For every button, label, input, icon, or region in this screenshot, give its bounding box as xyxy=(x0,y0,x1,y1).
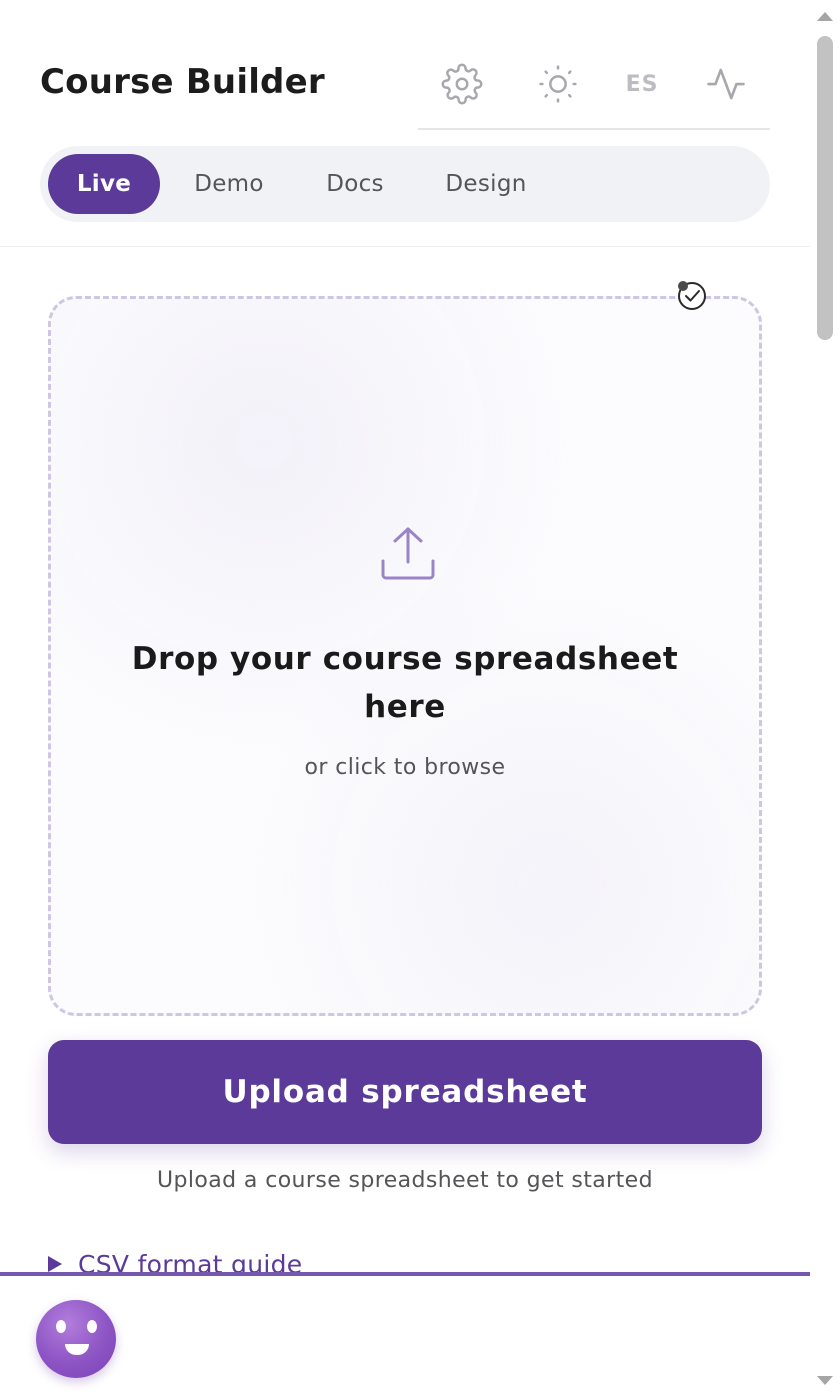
app-title: Course Builder xyxy=(40,62,325,102)
tab-live[interactable]: Live xyxy=(48,154,160,214)
theme-toggle-button[interactable] xyxy=(532,62,584,106)
settings-button[interactable] xyxy=(436,62,488,106)
upload-icon xyxy=(379,525,437,583)
app-page: Course Builder ES Live Demo Docs Design … xyxy=(0,0,840,1400)
bottom-bar xyxy=(0,1272,810,1400)
sun-icon xyxy=(538,64,578,104)
main-content: Course Builder ES Live Demo Docs Design … xyxy=(0,0,810,1400)
scrollbar-thumb[interactable] xyxy=(817,36,833,340)
check-circle-icon xyxy=(676,280,708,312)
tab-demo[interactable]: Demo xyxy=(174,154,284,214)
tab-docs[interactable]: Docs xyxy=(306,154,404,214)
smiley-avatar-icon xyxy=(56,1320,66,1333)
dropzone-title: Drop your course spreadsheet here xyxy=(131,641,679,725)
avatar-eye xyxy=(87,1320,97,1333)
scroll-up-arrow-icon[interactable] xyxy=(817,12,833,21)
upload-spreadsheet-button[interactable]: Upload spreadsheet xyxy=(48,1040,762,1144)
app-header: Course Builder ES Live Demo Docs Design xyxy=(0,0,810,247)
vertical-scrollbar[interactable] xyxy=(810,0,840,1400)
gear-icon xyxy=(441,63,483,105)
header-toolbar: ES xyxy=(418,48,770,130)
tab-design[interactable]: Design xyxy=(426,154,546,214)
disclosure-triangle-icon xyxy=(48,1256,62,1272)
dropzone-subtitle: or click to browse xyxy=(304,755,506,780)
assistant-avatar-button[interactable] xyxy=(36,1300,116,1378)
avatar-mouth xyxy=(65,1344,89,1355)
language-button[interactable]: ES xyxy=(616,62,668,106)
mode-tabs: Live Demo Docs Design xyxy=(40,146,770,222)
spreadsheet-dropzone[interactable]: Drop your course spreadsheet here or cli… xyxy=(48,296,762,1016)
activity-icon xyxy=(705,63,747,105)
scroll-down-arrow-icon[interactable] xyxy=(817,1376,833,1385)
activity-button[interactable] xyxy=(700,62,752,106)
upload-hint: Upload a course spreadsheet to get start… xyxy=(157,1168,653,1193)
